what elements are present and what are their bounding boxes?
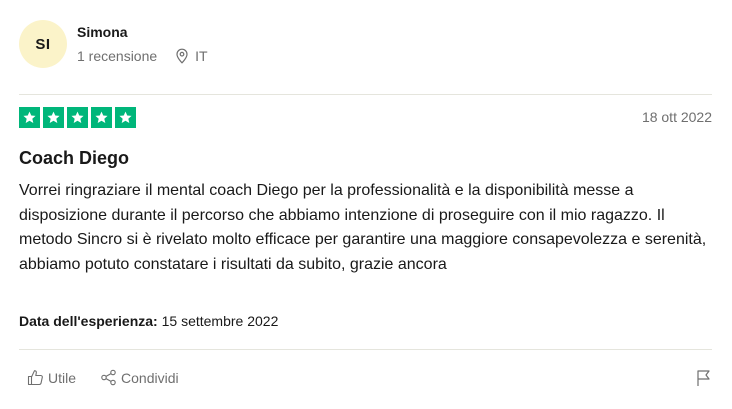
review-actions: Utile Condividi bbox=[27, 369, 179, 386]
divider bbox=[19, 349, 712, 350]
experience-date-label: Data dell'esperienza: bbox=[19, 313, 158, 329]
experience-date: Data dell'esperienza: 15 settembre 2022 bbox=[19, 313, 278, 329]
star-icon bbox=[43, 107, 64, 128]
star-icon bbox=[67, 107, 88, 128]
share-icon bbox=[101, 369, 116, 386]
star-icon bbox=[19, 107, 40, 128]
useful-label: Utile bbox=[48, 369, 77, 386]
thumbs-up-icon bbox=[27, 370, 43, 386]
review-date: 18 ott 2022 bbox=[641, 109, 712, 125]
review-body: Vorrei ringraziare il mental coach Diego… bbox=[19, 182, 707, 273]
avatar[interactable]: SI bbox=[19, 20, 67, 68]
star-icon bbox=[115, 107, 136, 128]
reviewer-name[interactable]: Simona bbox=[77, 24, 128, 40]
useful-button[interactable]: Utile bbox=[27, 369, 76, 386]
review-title[interactable]: Coach Diego bbox=[19, 148, 129, 169]
star-icon bbox=[91, 107, 112, 128]
flag-icon bbox=[697, 370, 710, 386]
reviewer-meta: 1 recensione IT bbox=[77, 48, 208, 64]
star-rating bbox=[19, 107, 136, 128]
divider bbox=[19, 94, 712, 95]
experience-date-value: 15 settembre 2022 bbox=[161, 313, 279, 329]
location-pin-icon bbox=[175, 48, 189, 64]
share-button[interactable]: Condividi bbox=[100, 369, 179, 386]
review-count: 1 recensione bbox=[77, 48, 158, 64]
share-label: Condividi bbox=[121, 369, 179, 386]
reviewer-country: IT bbox=[195, 48, 208, 64]
report-flag-button[interactable] bbox=[696, 369, 712, 392]
